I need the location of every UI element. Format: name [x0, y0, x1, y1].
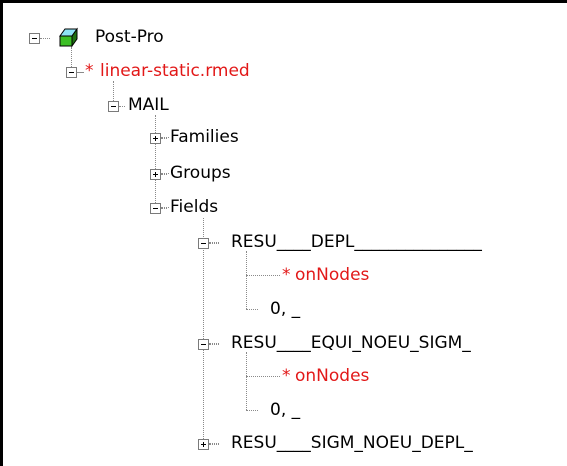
tree-guide-line	[209, 344, 219, 345]
collapse-toggle-icon[interactable]	[29, 33, 40, 44]
tree-item-label: Families	[170, 127, 239, 147]
tree-item-label: onNodes	[295, 265, 370, 285]
tree-item-label: Groups	[170, 163, 231, 183]
collapse-toggle-icon[interactable]	[198, 339, 209, 350]
tree-item-on-nodes[interactable]: * onNodes	[3, 258, 567, 292]
tree-item-field-resu-equi-noeu-sigm[interactable]: RESU____EQUI_NOEU_SIGM_	[3, 326, 567, 360]
tree-item-mesh[interactable]: MAIL	[3, 88, 567, 122]
tree-item-label: 0, _	[270, 299, 301, 319]
tree-item-families[interactable]: Families	[3, 120, 567, 154]
tree-item-label: onNodes	[295, 366, 370, 386]
tree-item-label: RESU____DEPL_______________	[231, 232, 482, 252]
tree-item-on-nodes[interactable]: * onNodes	[3, 359, 567, 393]
collapse-toggle-icon[interactable]	[66, 67, 77, 78]
tree-item-label: RESU____EQUI_NOEU_SIGM_	[231, 333, 471, 353]
tree-item-timestep[interactable]: 0, _	[3, 292, 567, 326]
tree-guide-line	[161, 208, 167, 209]
object-browser-tree[interactable]: Post-Pro * linear-static.rmed MAIL Famil…	[0, 0, 567, 466]
tree-guide-line	[77, 72, 83, 73]
tree-item-fields[interactable]: Fields	[3, 190, 567, 224]
tree-item-field-resu-depl[interactable]: RESU____DEPL_______________	[3, 225, 567, 259]
tree-item-post-pro[interactable]: Post-Pro	[3, 20, 567, 54]
expand-toggle-icon[interactable]	[150, 133, 161, 144]
tree-item-groups[interactable]: Groups	[3, 156, 567, 190]
tree-item-label: linear-static.rmed	[100, 61, 250, 81]
modified-marker: *	[282, 265, 291, 285]
expand-toggle-icon[interactable]	[198, 439, 209, 450]
collapse-toggle-icon[interactable]	[198, 238, 209, 249]
tree-guide-line	[161, 174, 167, 175]
tree-item-med-file[interactable]: * linear-static.rmed	[3, 54, 567, 88]
tree-item-timestep[interactable]: 0, _	[3, 393, 567, 427]
tree-item-label: Fields	[170, 197, 219, 217]
modified-marker: *	[85, 61, 94, 81]
tree-guide-line	[209, 444, 219, 445]
tree-item-label: RESU____SIGM_NOEU_DEPL_	[231, 433, 473, 453]
tree-item-field-resu-sigm-noeu-depl[interactable]: RESU____SIGM_NOEU_DEPL_	[3, 426, 567, 460]
collapse-toggle-icon[interactable]	[150, 203, 161, 214]
collapse-toggle-icon[interactable]	[108, 101, 119, 112]
modified-marker: *	[282, 366, 291, 386]
study-cube-icon	[59, 27, 78, 47]
tree-guide-line	[40, 38, 50, 39]
tree-item-label: 0, _	[270, 400, 301, 420]
tree-guide-line	[161, 138, 167, 139]
tree-guide-line	[209, 243, 219, 244]
tree-guide-line	[119, 106, 125, 107]
tree-item-label: Post-Pro	[95, 27, 164, 47]
expand-toggle-icon[interactable]	[150, 169, 161, 180]
tree-item-label: MAIL	[128, 95, 169, 115]
